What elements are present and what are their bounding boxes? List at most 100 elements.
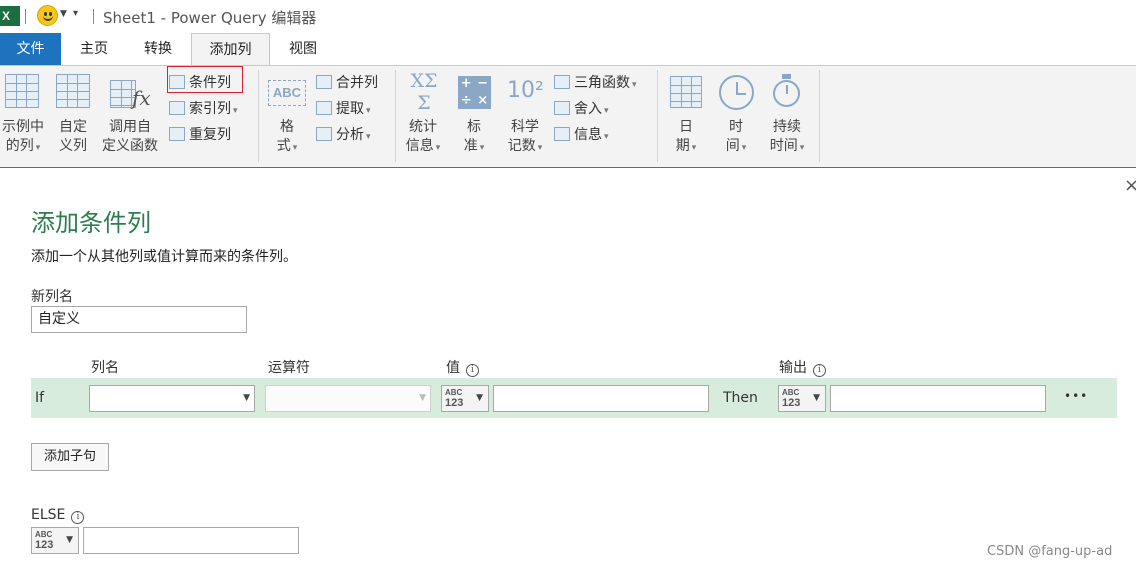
rounding-icon — [554, 101, 570, 115]
standard-operators-icon: + − ÷ × — [458, 76, 491, 109]
index-column-button[interactable]: 索引列 ▾ — [169, 98, 238, 120]
chevron-down-icon: ▼ — [243, 393, 250, 403]
new-column-name-label: 新列名 — [31, 289, 73, 305]
title-bar: X ▼ ▾ Sheet1 - Power Query 编辑器 — [0, 0, 1136, 33]
chevron-down-icon: ▾ — [292, 143, 298, 153]
column-name-dropdown[interactable]: ▼ — [89, 385, 255, 412]
calendar-icon — [670, 76, 702, 108]
rounding-button[interactable]: 舍入 ▾ — [554, 98, 609, 120]
parse-label: 分析 — [336, 127, 364, 143]
tab-add-column[interactable]: 添加列 — [191, 33, 270, 66]
conditional-column-highlight — [167, 66, 243, 93]
close-icon[interactable]: × — [1124, 175, 1136, 196]
chevron-down-icon: ▾ — [435, 143, 441, 153]
stopwatch-icon — [773, 80, 800, 107]
info-icon[interactable]: i — [813, 364, 826, 377]
smiley-dropdown-icon[interactable]: ▼ — [60, 9, 67, 19]
parse-button[interactable]: 分析 ▾ — [316, 124, 371, 146]
chevron-down-icon: ▼ — [419, 393, 426, 403]
function-fx-icon: fx — [132, 86, 151, 110]
trigonometry-button[interactable]: 三角函数 ▾ — [554, 72, 637, 94]
duration-label-1: 持续 — [773, 119, 801, 135]
duplicate-column-button[interactable]: 重复列 — [169, 124, 231, 146]
tab-transform[interactable]: 转换 — [127, 33, 189, 65]
parse-icon — [316, 127, 332, 141]
column-name-header: 列名 — [91, 360, 119, 376]
else-value-input[interactable] — [83, 527, 299, 554]
date-label-1: 日 — [679, 119, 693, 135]
ribbon-group-divider — [657, 70, 658, 162]
standard-label-1: 标 — [467, 119, 481, 135]
format-label-1: 格 — [280, 119, 294, 135]
chevron-down-icon: ▾ — [632, 80, 637, 90]
chevron-down-icon: ▾ — [604, 106, 609, 116]
ribbon-group-divider — [258, 70, 259, 162]
send-feedback-smiley-icon[interactable] — [37, 5, 58, 26]
invoke-function-label-1: 调用自 — [109, 119, 151, 135]
merge-columns-label: 合并列 — [336, 75, 378, 91]
statistics-label-2: 信息 — [405, 138, 434, 154]
tab-file[interactable]: 文件 — [0, 33, 61, 65]
chevron-down-icon: ▾ — [366, 132, 371, 142]
column-from-examples-label-1: 示例中 — [2, 119, 44, 135]
chevron-down-icon: ▾ — [35, 143, 41, 153]
chevron-down-icon: ▾ — [799, 143, 805, 153]
chevron-down-icon: ▾ — [233, 106, 238, 116]
else-type-selector[interactable]: ABC 123 ▼ — [31, 527, 79, 554]
value-type-selector[interactable]: ABC 123 ▼ — [441, 385, 489, 412]
add-clause-button[interactable]: 添加子句 — [31, 443, 109, 471]
abc123-type-icon: ABC — [445, 388, 463, 397]
output-type-selector[interactable]: ABC 123 ▼ — [778, 385, 826, 412]
information-button[interactable]: 信息 ▾ — [554, 124, 609, 146]
info-icon[interactable]: i — [466, 364, 479, 377]
duration-label-2: 时间 — [769, 138, 798, 154]
information-icon — [554, 127, 570, 141]
window-title: Sheet1 - Power Query 编辑器 — [103, 9, 317, 27]
info-icon[interactable]: i — [71, 511, 85, 524]
time-label-2: 间 — [725, 138, 740, 154]
tab-home[interactable]: 主页 — [64, 33, 124, 65]
ribbon-tabs: 文件 主页 转换 添加列 视图 — [0, 33, 1136, 66]
extract-button[interactable]: 提取 ▾ — [316, 98, 371, 120]
column-from-examples-icon — [5, 74, 39, 108]
watermark: CSDN @fang-up-ad — [987, 544, 1113, 559]
new-column-name-input[interactable]: 自定义 — [31, 306, 247, 333]
if-label: If — [35, 390, 45, 406]
excel-logo-icon: X — [0, 6, 20, 26]
chevron-down-icon: ▼ — [476, 393, 483, 403]
statistics-label-1: 统计 — [409, 119, 437, 135]
title-separator — [25, 9, 26, 24]
custom-column-icon — [56, 74, 90, 108]
ribbon-group-divider — [819, 70, 820, 162]
chevron-down-icon: ▾ — [537, 143, 543, 153]
custom-column-label-2: 义列 — [59, 138, 87, 154]
dialog-description: 添加一个从其他列或值计算而来的条件列。 — [31, 249, 297, 265]
rounding-label: 舍入 — [574, 101, 602, 117]
chevron-down-icon: ▼ — [66, 535, 73, 545]
duplicate-column-icon — [169, 127, 185, 141]
ribbon-group-divider — [395, 70, 396, 162]
chevron-down-icon: ▾ — [741, 143, 747, 153]
statistics-sigma-icon: XΣ — [410, 70, 438, 92]
custom-column-label-1: 自定 — [59, 119, 87, 135]
chevron-down-icon: ▾ — [604, 132, 609, 142]
tab-view[interactable]: 视图 — [272, 33, 334, 65]
extract-abc123-icon — [316, 101, 332, 115]
scientific-label-1: 科学 — [511, 119, 539, 135]
scientific-icon: 10² — [507, 78, 544, 103]
format-abc-icon: ABC — [268, 80, 306, 106]
duplicate-column-label: 重复列 — [189, 127, 231, 143]
trigonometry-icon — [554, 75, 570, 89]
title-separator-2 — [93, 9, 94, 24]
value-input[interactable] — [493, 385, 709, 412]
quick-access-customize-icon[interactable]: ▾ — [73, 8, 78, 19]
abc123-type-icon: ABC — [35, 530, 53, 539]
merge-columns-button[interactable]: 合并列 — [316, 72, 378, 94]
format-label-2: 式 — [276, 138, 291, 154]
operator-dropdown[interactable]: ▼ — [265, 385, 431, 412]
standard-label-2: 准 — [463, 138, 478, 154]
chevron-down-icon: ▾ — [691, 143, 697, 153]
more-options-icon[interactable]: ••• — [1064, 389, 1088, 403]
output-input[interactable] — [830, 385, 1046, 412]
extract-label: 提取 — [336, 101, 364, 117]
